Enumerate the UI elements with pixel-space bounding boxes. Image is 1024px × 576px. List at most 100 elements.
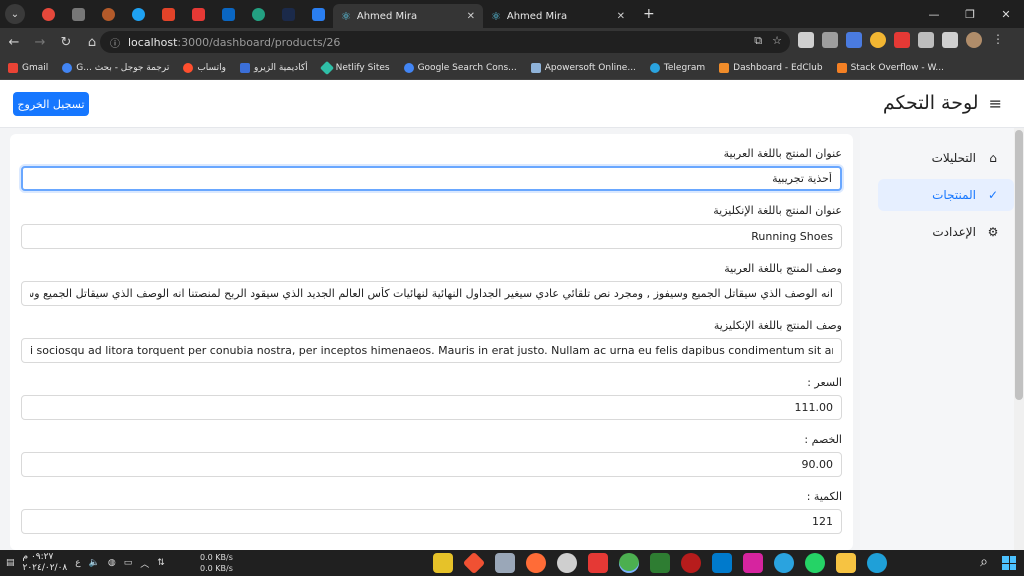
- close-icon[interactable]: ✕: [617, 11, 625, 22]
- site-info-icon[interactable]: ⓘ: [110, 35, 120, 50]
- taskbar-app-icon[interactable]: [681, 553, 701, 573]
- sidebar-item-label: المنتجات: [932, 188, 976, 202]
- bookmark-edclub[interactable]: Dashboard - EdClub: [719, 62, 823, 73]
- bookmark-zero-academy[interactable]: أكاديمية الزيرو: [239, 62, 308, 73]
- bookmark-netlify[interactable]: Netlify Sites: [319, 60, 390, 75]
- download-speed: 0.0 KB/s: [200, 564, 233, 573]
- bookmark-apowersoft[interactable]: Apowersoft Online...: [530, 62, 636, 73]
- extension-icon[interactable]: [894, 32, 910, 48]
- scrollbar-thumb[interactable]: [1015, 130, 1023, 400]
- pinned-tab[interactable]: [123, 0, 153, 28]
- file-explorer-icon[interactable]: [836, 553, 856, 573]
- sidebar-item-analytics[interactable]: ⌂ التحليلات: [878, 142, 1014, 174]
- cast-icon[interactable]: ⧉: [754, 34, 762, 48]
- address-bar[interactable]: ⓘ localhost:3000/dashboard/products/26 ⧉…: [100, 31, 790, 53]
- reload-icon[interactable]: ↻: [54, 30, 78, 54]
- title-ar-input[interactable]: [21, 166, 842, 191]
- pinned-tab[interactable]: [63, 0, 93, 28]
- bookmark-gmail[interactable]: Gmail: [8, 62, 48, 73]
- puzzle-icon[interactable]: [918, 32, 934, 48]
- apowersoft-icon: [530, 62, 541, 73]
- bookmark-label: واتساب: [197, 62, 226, 73]
- product-form: عنوان المنتج باللغة العربية عنوان المنتج…: [10, 134, 853, 550]
- bookmark-google-translate[interactable]: G... ترجمة جوجل - بحث: [62, 62, 169, 73]
- battery-icon[interactable]: ▭: [124, 558, 133, 568]
- notification-icon[interactable]: ▤: [6, 558, 15, 568]
- title-en-input[interactable]: [21, 224, 842, 249]
- quantity-input[interactable]: [21, 509, 842, 534]
- discount-input[interactable]: [21, 452, 842, 477]
- vscode-icon[interactable]: [712, 553, 732, 573]
- tab-ahmed-mira[interactable]: ⚛ Ahmed Mira ✕: [483, 4, 633, 28]
- google-icon: [403, 62, 414, 73]
- taskbar-app-icon[interactable]: [650, 553, 670, 573]
- desc-ar-input[interactable]: [21, 281, 842, 306]
- sidebar-item-products[interactable]: ✓ المنتجات: [878, 179, 1014, 211]
- pinned-tab[interactable]: [93, 0, 123, 28]
- pinned-tab[interactable]: [183, 0, 213, 28]
- side-panel-icon[interactable]: [942, 32, 958, 48]
- back-arrow-icon[interactable]: ←: [2, 30, 26, 54]
- pinned-tab[interactable]: [303, 0, 333, 28]
- tab-search-chevron-icon[interactable]: ⌄: [5, 4, 25, 24]
- bookmark-whatsapp[interactable]: واتساب: [183, 62, 226, 73]
- taskbar-app-icon[interactable]: [588, 553, 608, 573]
- pinned-tab[interactable]: [213, 0, 243, 28]
- bookmark-star-icon[interactable]: ☆: [772, 34, 782, 48]
- forward-arrow-icon[interactable]: →: [28, 30, 52, 54]
- new-tab-button[interactable]: +: [643, 6, 655, 22]
- volume-icon[interactable]: 🔈: [89, 558, 100, 568]
- pinned-tab[interactable]: [33, 0, 63, 28]
- window-close-icon[interactable]: ✕: [988, 0, 1024, 28]
- title-ar-label: عنوان المنتج باللغة العربية: [723, 147, 842, 160]
- desc-en-input[interactable]: [21, 338, 842, 363]
- pinned-tab[interactable]: [153, 0, 183, 28]
- extension-icon[interactable]: [846, 32, 862, 48]
- close-icon[interactable]: ✕: [467, 11, 475, 22]
- gear-icon: ⚙: [987, 225, 999, 239]
- avatar[interactable]: [966, 32, 982, 48]
- language-indicator[interactable]: ع: [75, 558, 80, 568]
- tab-ahmed-mira-active[interactable]: ⚛ Ahmed Mira ✕: [333, 4, 483, 28]
- academy-icon: [239, 62, 250, 73]
- pinned-tab[interactable]: [243, 0, 273, 28]
- chrome-icon[interactable]: [619, 553, 639, 573]
- windows-start-icon[interactable]: [1002, 556, 1016, 570]
- edge-icon[interactable]: [867, 553, 887, 573]
- git-icon[interactable]: [462, 551, 486, 575]
- extension-icon[interactable]: [798, 32, 814, 48]
- page-scrollbar[interactable]: [1014, 128, 1024, 550]
- price-input[interactable]: [21, 395, 842, 420]
- quantity-label: الكمية :: [806, 490, 842, 503]
- extension-icon[interactable]: [822, 32, 838, 48]
- brand: ≡ لوحة التحكم: [883, 92, 1002, 114]
- telegram-icon[interactable]: [774, 553, 794, 573]
- instagram-icon[interactable]: [743, 553, 763, 573]
- google-icon: [62, 62, 73, 73]
- bookmark-telegram[interactable]: Telegram: [649, 62, 705, 73]
- upload-speed: 0.0 KB/s: [200, 553, 233, 562]
- settings-icon[interactable]: [557, 553, 577, 573]
- menu-icon[interactable]: ≡: [989, 94, 1002, 113]
- postman-icon[interactable]: [526, 553, 546, 573]
- page-title: لوحة التحكم: [882, 92, 979, 114]
- more-menu-icon[interactable]: ⋮: [990, 32, 1006, 48]
- network-icon[interactable]: ◍: [108, 558, 116, 568]
- pinned-tabs: [33, 0, 333, 28]
- taskbar-app-icon[interactable]: [495, 553, 515, 573]
- whatsapp-icon[interactable]: [805, 553, 825, 573]
- url-path: :3000/dashboard/products/26: [177, 35, 341, 49]
- extension-icon[interactable]: [870, 32, 886, 48]
- search-icon[interactable]: ⌕: [980, 554, 988, 570]
- minimize-icon[interactable]: —: [916, 0, 952, 28]
- logout-button[interactable]: تسجيل الخروج: [13, 92, 89, 116]
- clock[interactable]: ٠٩:٢٧ م ٢٠٢٤/٠٢/٠٨: [23, 552, 68, 574]
- restore-icon[interactable]: ❐: [952, 0, 988, 28]
- tray-chevron-icon[interactable]: ︿: [140, 557, 149, 570]
- taskbar-app-icon[interactable]: [433, 553, 453, 573]
- sidebar-item-settings[interactable]: ⚙ الإعدادت: [878, 216, 1014, 248]
- taskbar-apps: [433, 551, 887, 575]
- bookmark-stackoverflow[interactable]: Stack Overflow - W...: [836, 62, 944, 73]
- bookmark-search-console[interactable]: Google Search Cons...: [403, 62, 517, 73]
- pinned-tab[interactable]: [273, 0, 303, 28]
